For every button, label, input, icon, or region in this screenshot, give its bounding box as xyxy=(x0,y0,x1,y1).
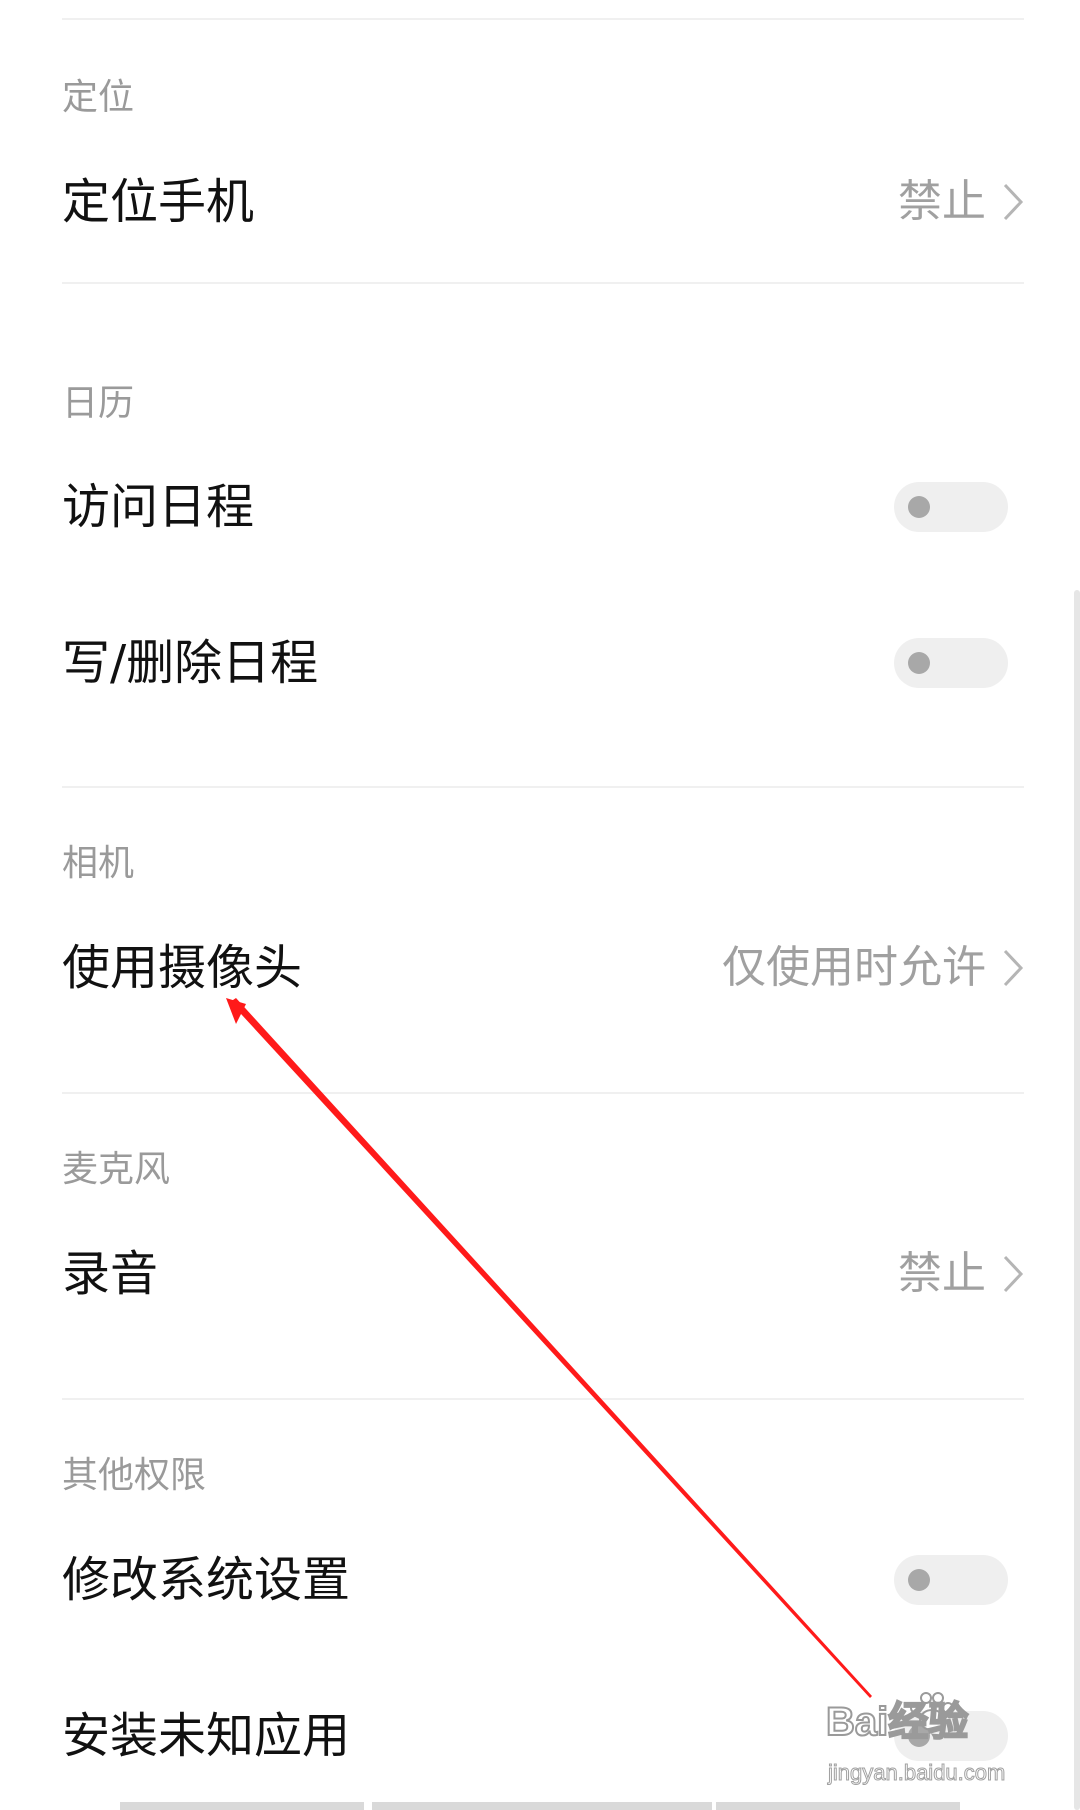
row-locate-phone[interactable]: 定位手机 禁止 xyxy=(0,132,1080,272)
row-label: 访问日程 xyxy=(62,479,255,535)
divider xyxy=(62,1092,1024,1094)
divider xyxy=(62,282,1024,284)
row-label: 安装未知应用 xyxy=(62,1708,351,1764)
row-value: 仅使用时允许 xyxy=(722,942,986,993)
chevron-right-icon xyxy=(1003,949,1024,987)
section-title-calendar: 日历 xyxy=(62,383,135,424)
section-title-location: 定位 xyxy=(62,77,135,118)
bottom-bar-segment xyxy=(120,1802,364,1810)
scrollbar[interactable] xyxy=(1074,590,1080,1810)
row-value: 禁止 xyxy=(898,1248,986,1299)
row-read-calendar: 访问日程 xyxy=(0,437,1080,577)
chevron-right-icon xyxy=(1003,1255,1024,1293)
toggle-knob xyxy=(908,1569,930,1591)
divider xyxy=(62,1398,1024,1400)
row-write-calendar: 写/删除日程 xyxy=(0,593,1080,733)
row-value-group[interactable]: 仅使用时允许 xyxy=(722,946,1024,990)
row-label: 定位手机 xyxy=(62,174,255,230)
toggle-switch[interactable] xyxy=(894,1555,1008,1605)
bottom-bar-segment xyxy=(372,1802,712,1810)
row-label: 使用摄像头 xyxy=(62,940,303,996)
row-value-group[interactable]: 禁止 xyxy=(898,180,1024,224)
watermark-brand: Bai经验 xyxy=(825,1700,969,1744)
chevron-right-icon xyxy=(1003,183,1024,221)
toggle-switch[interactable] xyxy=(894,638,1008,688)
row-value: 禁止 xyxy=(898,176,986,227)
divider-top xyxy=(62,18,1024,20)
section-title-microphone: 麦克风 xyxy=(62,1149,171,1190)
row-modify-system-settings: 修改系统设置 xyxy=(0,1510,1080,1650)
row-label: 录音 xyxy=(62,1246,159,1302)
row-record-audio[interactable]: 录音 禁止 xyxy=(0,1204,1080,1344)
section-title-camera: 相机 xyxy=(62,843,135,884)
bottom-bar-segment xyxy=(716,1802,960,1810)
toggle-knob xyxy=(908,652,930,674)
row-label: 修改系统设置 xyxy=(62,1552,351,1608)
row-value-group[interactable]: 禁止 xyxy=(898,1252,1024,1296)
watermark: Bai经验 jingyan.baidu.com xyxy=(825,1686,1026,1796)
toggle-knob xyxy=(908,496,930,518)
watermark-url: jingyan.baidu.com xyxy=(827,1760,1006,1785)
row-use-camera[interactable]: 使用摄像头 仅使用时允许 xyxy=(0,898,1080,1038)
divider xyxy=(62,786,1024,788)
toggle-switch[interactable] xyxy=(894,482,1008,532)
row-label: 写/删除日程 xyxy=(62,635,319,691)
section-title-other-permissions: 其他权限 xyxy=(62,1455,207,1496)
